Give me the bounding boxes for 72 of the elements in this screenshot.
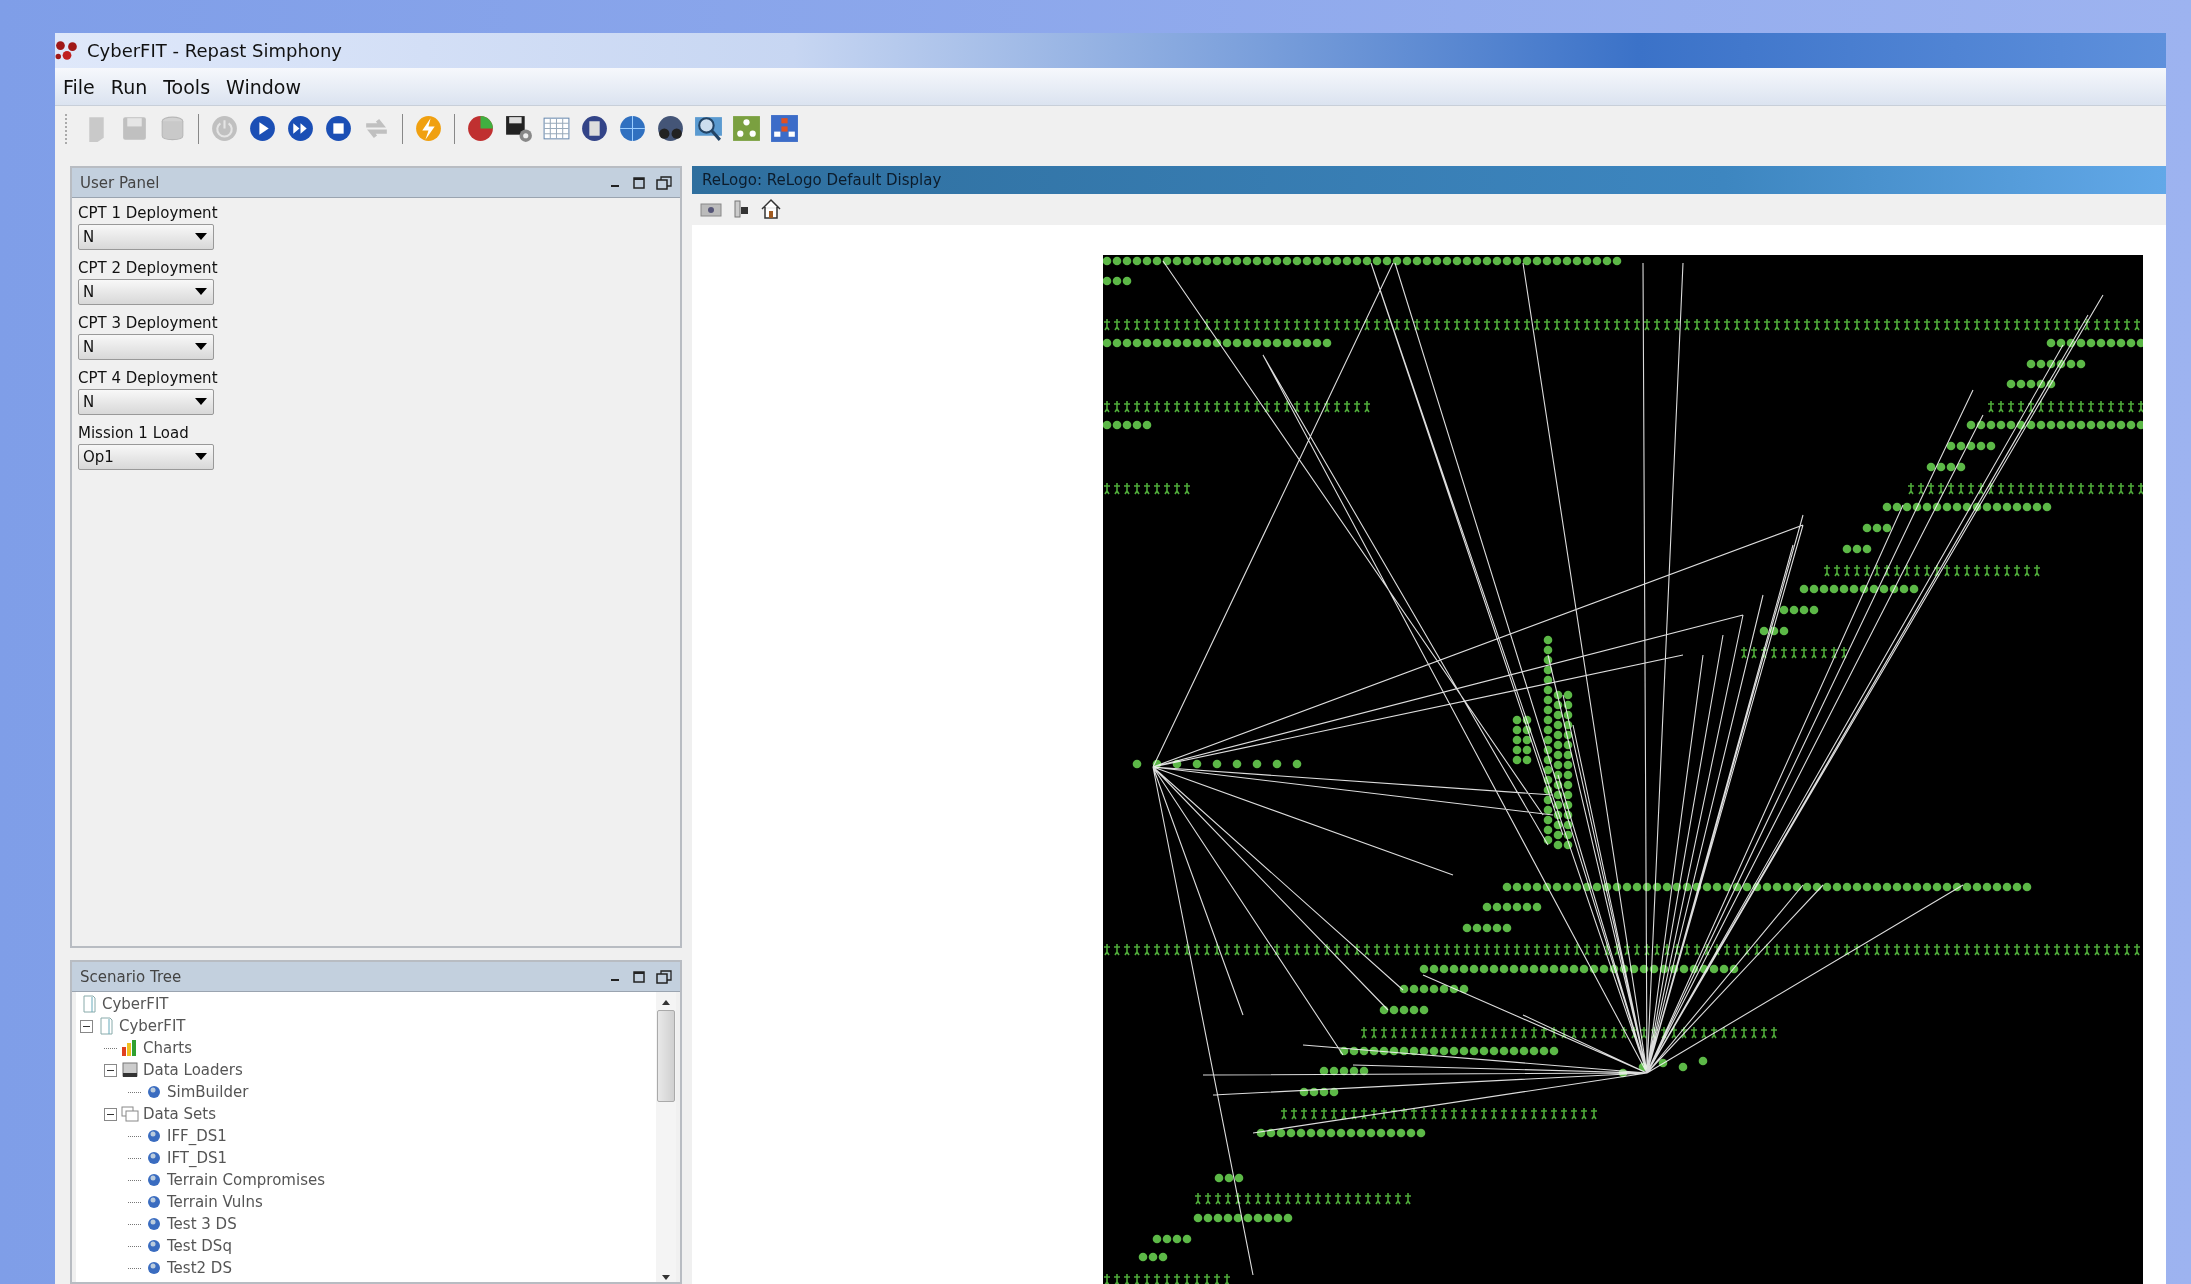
scrollbar[interactable] bbox=[656, 992, 676, 1282]
tree-item[interactable]: Data Sets bbox=[143, 1105, 217, 1123]
collapse-toggle-icon[interactable] bbox=[80, 1019, 93, 1033]
ball-icon bbox=[145, 1237, 163, 1255]
disk-icon[interactable] bbox=[503, 113, 534, 144]
window-title: CyberFIT - Repast Simphony bbox=[87, 40, 342, 61]
scrollbar-thumb[interactable] bbox=[657, 1010, 675, 1102]
tree-item[interactable]: Terrain Vulns bbox=[167, 1193, 263, 1211]
dropdown[interactable]: N bbox=[78, 224, 214, 250]
stop-icon[interactable] bbox=[323, 113, 354, 144]
scroll-down-icon[interactable] bbox=[660, 1274, 672, 1282]
hierarchy-icon[interactable] bbox=[769, 113, 800, 144]
pie-icon[interactable] bbox=[465, 113, 496, 144]
menu-item[interactable]: Window bbox=[218, 75, 309, 98]
tree-item[interactable]: Terrain Compromises bbox=[167, 1171, 325, 1189]
menu-item[interactable]: File bbox=[55, 75, 103, 98]
restore-icon[interactable] bbox=[656, 175, 672, 190]
menu-item[interactable]: Run bbox=[102, 75, 156, 98]
document-icon bbox=[97, 1017, 115, 1035]
caret-icon bbox=[195, 343, 207, 351]
tree-item[interactable]: Test2 DS bbox=[167, 1259, 232, 1277]
collapse-toggle-icon[interactable] bbox=[104, 1063, 117, 1077]
dropdown[interactable]: Op1 bbox=[78, 444, 214, 470]
home-icon[interactable] bbox=[760, 198, 782, 221]
tree-item[interactable]: SimBuilder bbox=[167, 1083, 249, 1101]
ball-icon bbox=[145, 1215, 163, 1233]
play-icon[interactable] bbox=[247, 113, 278, 144]
dropdown[interactable]: N bbox=[78, 279, 214, 305]
field-label: Mission 1 Load bbox=[78, 424, 189, 442]
network-icon[interactable] bbox=[731, 113, 762, 144]
panel-title: User Panel bbox=[80, 173, 160, 192]
step-icon[interactable] bbox=[285, 113, 316, 144]
tree-item[interactable]: Charts bbox=[143, 1039, 193, 1057]
tree-item[interactable]: Test DSq bbox=[167, 1237, 232, 1255]
ball-icon bbox=[145, 1259, 163, 1277]
drive-icon bbox=[121, 1061, 139, 1079]
caret-icon bbox=[195, 233, 207, 241]
restore-icon[interactable] bbox=[656, 969, 672, 984]
windows-icon bbox=[121, 1105, 139, 1123]
tree-item[interactable]: Test 3 DS bbox=[167, 1215, 237, 1233]
bar-chart-icon bbox=[121, 1039, 139, 1057]
caret-icon bbox=[195, 453, 207, 461]
ball-icon bbox=[145, 1127, 163, 1145]
field-label: CPT 4 Deployment bbox=[78, 369, 218, 387]
panel-title: Scenario Tree bbox=[80, 967, 182, 986]
ball-icon bbox=[145, 1149, 163, 1167]
tree-item[interactable]: Data Loaders bbox=[143, 1061, 243, 1079]
globe-icon[interactable] bbox=[617, 113, 648, 144]
dropdown[interactable]: N bbox=[78, 334, 214, 360]
collapse-toggle-icon[interactable] bbox=[104, 1107, 117, 1121]
document-icon bbox=[80, 995, 98, 1013]
dropdown[interactable]: N bbox=[78, 389, 214, 415]
ball-icon bbox=[145, 1171, 163, 1189]
figure-icon[interactable] bbox=[732, 199, 750, 220]
field-label: CPT 3 Deployment bbox=[78, 314, 218, 332]
app-logo-icon bbox=[55, 39, 79, 62]
maximize-icon[interactable] bbox=[632, 969, 646, 984]
panel-title: ReLogo: ReLogo Default Display bbox=[702, 170, 942, 189]
camera-icon[interactable] bbox=[700, 200, 722, 219]
tree-item[interactable]: IFT_DS1 bbox=[167, 1149, 228, 1167]
scroll-up-icon[interactable] bbox=[660, 998, 672, 1006]
field-label: CPT 2 Deployment bbox=[78, 259, 218, 277]
menu-item[interactable]: Tools bbox=[155, 75, 219, 98]
caret-icon bbox=[195, 288, 207, 296]
caret-icon bbox=[195, 398, 207, 406]
ball-icon bbox=[145, 1193, 163, 1211]
ball-icon bbox=[145, 1083, 163, 1101]
tree-item[interactable]: IFF_DS1 bbox=[167, 1127, 227, 1145]
field-label: CPT 1 Deployment bbox=[78, 204, 218, 222]
tree-item[interactable]: CyberFIT bbox=[102, 995, 169, 1013]
maximize-icon[interactable] bbox=[632, 175, 646, 190]
tree-item[interactable]: CyberFIT bbox=[119, 1017, 186, 1035]
